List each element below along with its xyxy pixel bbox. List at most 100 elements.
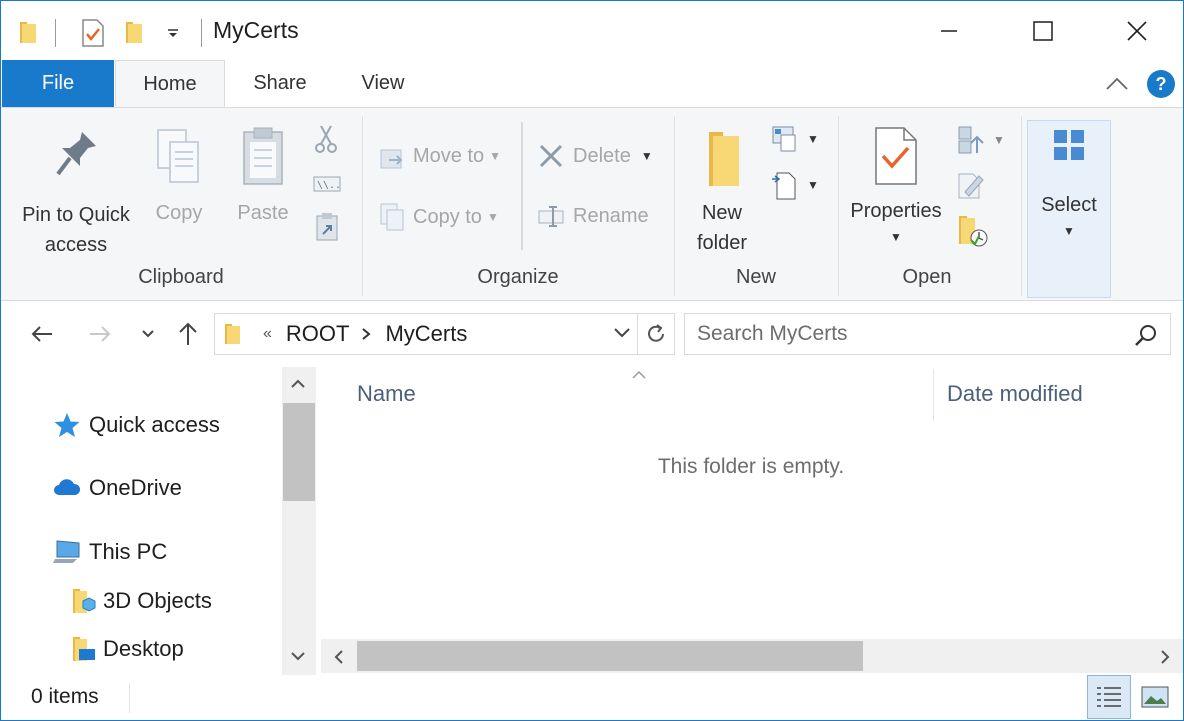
copy-label: Copy: [155, 202, 203, 224]
back-button[interactable]: [25, 317, 59, 351]
pin-label-line2: access: [44, 234, 108, 256]
organize-group-label: Organize: [477, 266, 559, 288]
column-header-name[interactable]: Name: [357, 381, 416, 407]
easy-access-icon: [772, 172, 796, 200]
tab-home[interactable]: Home: [115, 60, 225, 108]
nav-item-this-pc[interactable]: This PC: [53, 539, 167, 565]
properties-icon: [875, 127, 917, 185]
new-item-dropdown-icon: ▼: [807, 132, 819, 146]
copy-to-button[interactable]: Copy to ▼: [379, 202, 499, 232]
address-bar[interactable]: « ROOT MyCerts: [214, 313, 638, 355]
cut-icon[interactable]: [313, 124, 339, 154]
search-placeholder[interactable]: Search MyCerts: [697, 322, 848, 346]
address-dropdown-icon[interactable]: [613, 326, 631, 340]
folder-icon[interactable]: [15, 17, 41, 47]
refresh-button[interactable]: [637, 313, 675, 355]
tab-file[interactable]: File: [2, 60, 114, 107]
move-to-button[interactable]: Move to ▼: [379, 142, 501, 170]
sort-ascending-icon: [631, 367, 647, 385]
breadcrumb-chevron-icon[interactable]: [361, 327, 372, 341]
cloud-icon: [54, 479, 81, 495]
nav-item-label: Desktop: [103, 636, 184, 661]
scroll-thumb[interactable]: [283, 403, 315, 501]
delete-icon: [539, 144, 563, 168]
copy-path-icon[interactable]: \\...: [313, 174, 347, 194]
paste-button[interactable]: Paste: [227, 126, 299, 228]
paste-shortcut-icon[interactable]: [315, 212, 339, 242]
select-button-content[interactable]: Select ▼: [1027, 128, 1111, 242]
scroll-left-icon[interactable]: [333, 649, 345, 670]
delete-button[interactable]: Delete ▼: [537, 142, 653, 170]
search-box[interactable]: Search MyCerts: [684, 313, 1171, 355]
column-divider[interactable]: [933, 369, 934, 421]
nav-pane-scrollbar[interactable]: [282, 367, 316, 675]
search-icon[interactable]: [1134, 323, 1158, 347]
organize-inner-separator: [521, 122, 523, 250]
column-header-date-modified[interactable]: Date modified: [947, 381, 1083, 407]
customize-qat-dropdown[interactable]: [161, 21, 185, 45]
new-folder-button[interactable]: New folder: [689, 126, 755, 258]
nav-item-quick-access[interactable]: Quick access: [53, 411, 220, 439]
select-icon: [1054, 130, 1084, 160]
large-icons-view-button[interactable]: [1133, 675, 1177, 719]
close-button[interactable]: [1091, 1, 1183, 61]
pin-icon: [56, 132, 96, 176]
rename-button[interactable]: Rename: [537, 204, 649, 228]
minimize-button[interactable]: [903, 1, 995, 61]
easy-access-button[interactable]: ▼: [771, 168, 821, 202]
file-list-horizontal-scrollbar[interactable]: [321, 639, 1183, 673]
chevron-down-icon: [142, 330, 154, 338]
scroll-right-icon[interactable]: [1159, 649, 1171, 670]
rename-label: Rename: [573, 204, 649, 227]
properties-button[interactable]: Properties ▼: [847, 126, 945, 248]
up-button[interactable]: [173, 317, 203, 351]
help-button[interactable]: ?: [1147, 70, 1175, 98]
new-item-icon: [772, 126, 796, 152]
open-button[interactable]: ▼: [957, 124, 1007, 156]
status-bar: 0 items: [1, 675, 1183, 720]
maximize-button[interactable]: [997, 1, 1089, 61]
tab-share[interactable]: Share: [225, 60, 335, 107]
scroll-up-icon[interactable]: [290, 377, 306, 395]
paste-label: Paste: [237, 202, 289, 224]
delete-dropdown-icon: ▼: [640, 149, 653, 163]
new-folder-label-line2: folder: [696, 232, 748, 254]
details-view-icon: [1097, 687, 1121, 707]
breadcrumb-current[interactable]: MyCerts: [385, 321, 467, 347]
edit-button[interactable]: [957, 170, 987, 202]
open-dropdown-icon: ▼: [993, 133, 1005, 147]
breadcrumb-overflow[interactable]: «: [263, 325, 272, 343]
properties-dropdown-icon: ▼: [890, 230, 902, 244]
details-view-button[interactable]: [1087, 675, 1131, 719]
forward-button[interactable]: [83, 317, 117, 351]
breadcrumb-root[interactable]: ROOT: [286, 321, 350, 347]
recent-locations-button[interactable]: [135, 317, 161, 351]
folder-icon: [223, 322, 243, 346]
scroll-down-icon[interactable]: [290, 649, 306, 667]
pin-to-quick-access-button[interactable]: Pin to Quick access: [15, 128, 137, 260]
tab-view[interactable]: View: [335, 60, 431, 107]
svg-text:\\...: \\...: [317, 180, 341, 191]
properties-qat-icon[interactable]: [77, 17, 109, 49]
scroll-thumb[interactable]: [357, 641, 863, 671]
up-arrow-icon: [179, 322, 197, 345]
nav-item-desktop[interactable]: Desktop: [71, 635, 184, 663]
copy-button[interactable]: Copy: [147, 128, 211, 228]
new-item-button[interactable]: ▼: [771, 124, 821, 154]
nav-item-label: OneDrive: [89, 475, 182, 500]
item-count: 0 items: [31, 685, 99, 708]
ribbon-tabs: File Home Share View ?: [1, 60, 1183, 108]
nav-item-label: 3D Objects: [103, 588, 212, 613]
nav-item-label: This PC: [89, 539, 168, 564]
new-folder-qat-icon[interactable]: [121, 17, 147, 47]
easy-access-dropdown-icon: ▼: [807, 178, 819, 192]
collapse-ribbon-button[interactable]: [1103, 72, 1131, 96]
edit-icon: [958, 173, 984, 199]
nav-item-onedrive[interactable]: OneDrive: [53, 475, 182, 501]
title-bar: MyCerts: [1, 1, 1183, 61]
nav-item-3d-objects[interactable]: 3D Objects: [71, 587, 212, 615]
status-separator: [129, 683, 130, 713]
copy-to-dropdown-icon: ▼: [486, 210, 499, 224]
new-folder-label-line1: New: [701, 202, 742, 224]
history-button[interactable]: [957, 214, 989, 250]
